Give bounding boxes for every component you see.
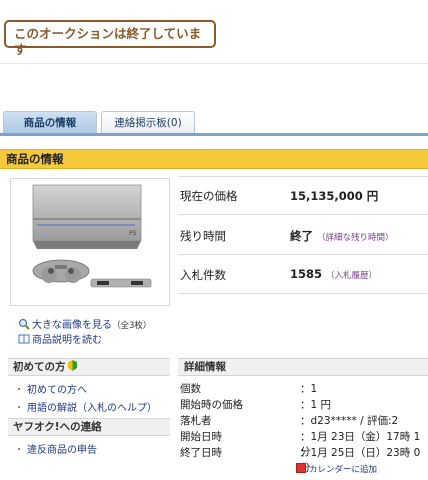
bid-history-link[interactable]: （入札履歴）: [326, 271, 377, 281]
divider: [178, 293, 428, 294]
detail-label: 終了日時: [180, 447, 222, 459]
current-price-label: 現在の価格: [180, 189, 238, 203]
beginner-leaf-icon: [67, 360, 77, 371]
tab-bar: 商品の情報 連絡掲示板(0): [0, 111, 428, 135]
section-title: 商品の情報: [0, 149, 428, 169]
time-left-value: 終了: [290, 229, 313, 243]
detail-row: 開始時の価格 ：1 円: [180, 397, 428, 412]
contact-box: ヤフオク!への連絡 ・違反商品の申告: [8, 418, 170, 456]
detail-row: 終了日時 ：1月 25日（日）23時 0分: [180, 445, 428, 474]
read-description-link[interactable]: 商品説明を読む: [18, 331, 102, 346]
divider: [0, 63, 428, 64]
detail-label: 落札者: [180, 415, 212, 427]
beginner-box: 初めての方 ・初めての方へ ・用語の解説（入札のヘルプ）: [8, 358, 170, 414]
tab-underline: [0, 133, 428, 136]
current-price-value: 15,135,000 円: [290, 189, 379, 203]
detail-row: 開始日時 ：1月 23日（金）17時 1分: [180, 429, 428, 458]
bid-count-row: 入札件数 1585 （入札履歴）: [180, 267, 428, 287]
read-description-label: 商品説明を読む: [32, 335, 102, 346]
contact-header: ヤフオク!への連絡: [8, 418, 170, 436]
time-left-row: 残り時間 終了 （詳細な残り時間）: [180, 228, 428, 248]
image-count: （全3枚）: [112, 321, 152, 331]
current-price-row: 現在の価格 15,135,000 円: [180, 188, 428, 208]
view-large-image-link[interactable]: 大きな画像を見る（全3枚）: [18, 316, 151, 331]
detailed-time-link[interactable]: （詳細な残り時間）: [317, 233, 394, 243]
divider: [178, 254, 428, 255]
beginner-title: 初めての方: [13, 361, 66, 373]
glossary-link[interactable]: ・用語の解説（入札のヘルプ）: [8, 399, 170, 414]
details-header: 詳細情報: [178, 358, 428, 376]
book-icon: [18, 334, 30, 344]
view-large-image-label: 大きな画像を見る: [32, 320, 112, 331]
report-violation-link[interactable]: ・違反商品の申告: [8, 441, 170, 456]
divider: [178, 176, 428, 177]
console-image: PS: [32, 184, 152, 288]
tab-message-board[interactable]: 連絡掲示板(0): [101, 111, 195, 135]
svg-text:PS: PS: [129, 230, 137, 237]
detail-label: 開始日時: [180, 431, 222, 443]
add-to-calendar-label: カレンダーに追加: [309, 465, 378, 475]
time-left-value-wrap: 終了 （詳細な残り時間）: [290, 228, 394, 244]
add-to-calendar-link[interactable]: カレンダーに追加: [296, 463, 377, 475]
detail-label: 個数: [180, 383, 201, 395]
detail-value: ：1: [300, 383, 318, 395]
bid-count-value-wrap: 1585 （入札履歴）: [290, 267, 377, 281]
product-image[interactable]: PS: [10, 178, 170, 306]
divider: [178, 214, 428, 215]
time-left-label: 残り時間: [180, 229, 226, 243]
bid-count-label: 入札件数: [180, 268, 226, 282]
detail-value: ：1 円: [300, 399, 332, 411]
calendar-icon: [296, 463, 306, 473]
report-violation-label: 違反商品の申告: [27, 445, 97, 456]
beginner-link-label: 初めての方へ: [27, 385, 87, 396]
beginner-link[interactable]: ・初めての方へ: [8, 381, 170, 396]
detail-row: 落札者 ：d23***** / 評価:2: [180, 413, 428, 428]
detail-row: 個数 ：1: [180, 381, 428, 396]
detail-label: 開始時の価格: [180, 399, 243, 411]
tab-item-info[interactable]: 商品の情報: [3, 111, 97, 135]
detail-value[interactable]: ：d23***** / 評価:2: [300, 413, 398, 428]
beginner-header: 初めての方: [8, 358, 170, 376]
auction-ended-notice: このオークションは終了しています: [4, 20, 216, 57]
magnifier-icon: [18, 318, 30, 330]
bid-count-value: 1585: [290, 267, 323, 281]
glossary-link-label: 用語の解説（入札のヘルプ）: [27, 403, 157, 414]
